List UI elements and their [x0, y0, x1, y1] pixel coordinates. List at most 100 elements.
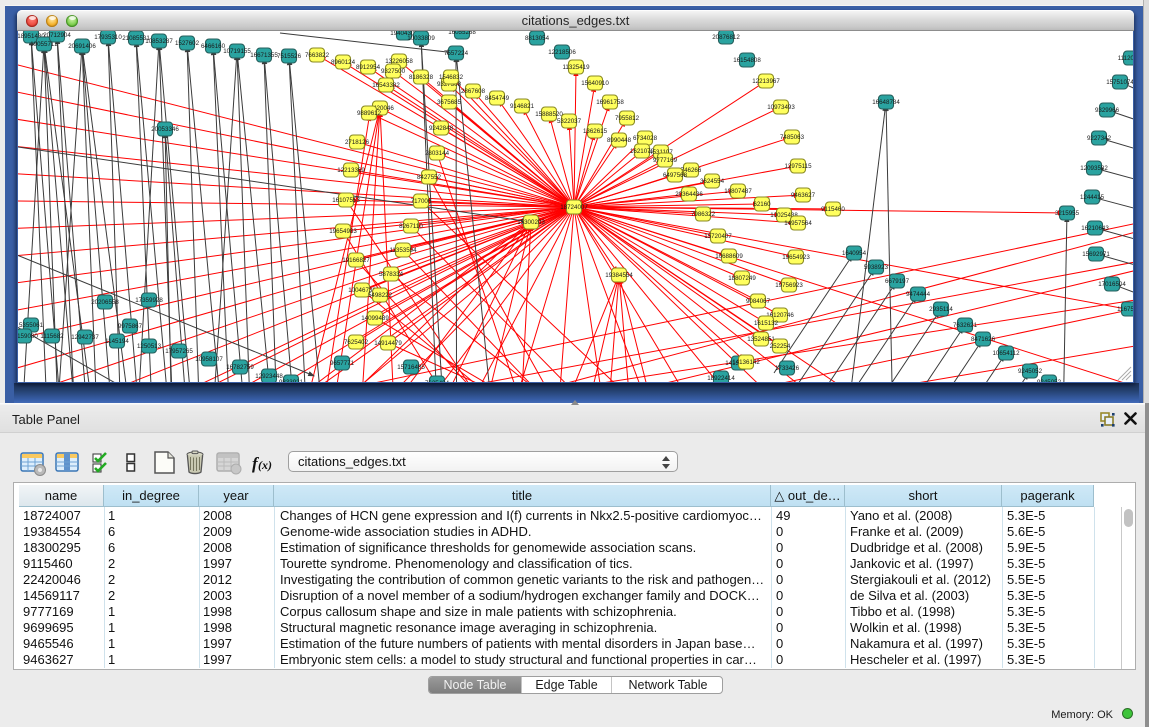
svg-text:9242848: 9242848	[429, 125, 454, 132]
svg-text:18807249: 18807249	[728, 275, 756, 282]
svg-text:7955812: 7955812	[615, 115, 640, 122]
svg-text:9146821: 9146821	[510, 103, 535, 110]
svg-text:20876812: 20876812	[712, 34, 740, 41]
svg-text:12093582: 12093582	[1080, 165, 1108, 172]
svg-text:6497568: 6497568	[663, 172, 688, 179]
svg-text:1640954: 1640954	[842, 250, 867, 257]
svg-text:5498222: 5498222	[368, 292, 393, 299]
svg-text:10654112: 10654112	[992, 350, 1020, 357]
svg-text:7632621: 7632621	[953, 322, 978, 329]
svg-text:8960124: 8960124	[331, 59, 356, 66]
svg-text:17935310: 17935310	[94, 34, 122, 41]
svg-text:2935114: 2935114	[929, 306, 953, 313]
svg-text:8186328: 8186328	[409, 74, 434, 81]
svg-text:16648784: 16648784	[872, 99, 900, 106]
svg-text:18922414: 18922414	[707, 375, 735, 382]
svg-text:9115460: 9115460	[821, 206, 845, 213]
svg-text:6466160: 6466160	[201, 43, 226, 50]
svg-text:7625404: 7625404	[425, 380, 450, 382]
svg-text:12218506: 12218506	[548, 49, 576, 56]
svg-text:20053346: 20053346	[151, 126, 179, 133]
svg-text:(x): (x)	[258, 458, 272, 472]
svg-text:252254: 252254	[770, 343, 791, 350]
svg-text:19159080: 19159080	[18, 333, 38, 340]
svg-text:19654983: 19654983	[329, 228, 357, 235]
svg-text:1145194: 1145194	[105, 338, 129, 345]
svg-text:17359928: 17359928	[135, 297, 163, 304]
svg-text:19166827: 19166827	[342, 257, 370, 264]
svg-text:14136142: 14136142	[732, 359, 760, 366]
svg-text:16961758: 16961758	[596, 99, 624, 106]
svg-text:16782759: 16782759	[226, 364, 254, 371]
svg-text:18724007: 18724007	[560, 204, 588, 211]
svg-text:16543382: 16543382	[372, 82, 400, 89]
svg-text:16055268: 16055268	[448, 31, 476, 36]
svg-text:3215955: 3215955	[1055, 210, 1080, 217]
svg-text:8471626: 8471626	[971, 336, 996, 343]
svg-text:9227342: 9227342	[1087, 135, 1112, 142]
svg-text:17016504: 17016504	[1098, 281, 1126, 288]
svg-text:6734028: 6734028	[633, 135, 658, 142]
svg-text:3675685: 3675685	[437, 99, 462, 106]
svg-text:62160: 62160	[753, 201, 771, 208]
svg-text:9245052: 9245052	[1037, 379, 1062, 382]
svg-text:8267110: 8267110	[399, 223, 423, 230]
svg-text:9329966: 9329966	[1095, 107, 1120, 114]
svg-text:14099489: 14099489	[361, 315, 389, 322]
svg-text:1115682: 1115682	[40, 333, 64, 340]
svg-text:19654923: 19654923	[782, 254, 810, 261]
svg-text:1546832: 1546832	[439, 74, 464, 81]
svg-text:9327500: 9327500	[381, 68, 406, 75]
svg-text:1527602: 1527602	[175, 40, 200, 47]
svg-text:19756923: 19756923	[775, 282, 803, 289]
svg-text:9833921: 9833921	[279, 379, 304, 382]
svg-text:10688609: 10688609	[715, 253, 743, 260]
svg-text:7557224: 7557224	[444, 50, 469, 57]
svg-text:16210643: 16210643	[1081, 225, 1109, 232]
svg-text:20206558: 20206558	[91, 299, 119, 306]
svg-text:1167533: 1167533	[1117, 306, 1133, 313]
svg-text:14914479: 14914479	[374, 340, 402, 347]
svg-text:5322037: 5322037	[557, 118, 582, 125]
svg-text:9777169: 9777169	[653, 157, 678, 164]
svg-text:8813054: 8813054	[525, 35, 550, 42]
svg-text:10853287: 10853287	[145, 38, 173, 45]
svg-text:9474444: 9474444	[906, 291, 931, 298]
svg-text:16154808: 16154808	[733, 57, 761, 64]
svg-text:5878334: 5878334	[379, 271, 404, 278]
svg-text:12213967: 12213967	[752, 78, 780, 85]
svg-text:3624554: 3624554	[700, 178, 725, 185]
svg-text:7625402: 7625402	[344, 339, 369, 346]
svg-text:20364436: 20364436	[675, 191, 703, 198]
svg-text:11325419: 11325419	[562, 64, 590, 71]
svg-text:1615132: 1615132	[754, 320, 779, 327]
svg-text:10973493: 10973493	[767, 104, 795, 111]
svg-text:15692971: 15692971	[1082, 251, 1110, 258]
svg-text:16107553: 16107553	[332, 197, 360, 204]
svg-text:15300203: 15300203	[517, 219, 545, 226]
svg-text:7986322: 7986322	[691, 211, 716, 218]
svg-text:10719155: 10719155	[223, 48, 251, 55]
svg-text:11353594: 11353594	[389, 247, 417, 254]
svg-text:5355061: 5355061	[19, 322, 44, 329]
svg-text:20691406: 20691406	[68, 43, 96, 50]
svg-text:9975867: 9975867	[118, 323, 143, 330]
svg-text:1250513: 1250513	[137, 343, 162, 350]
svg-text:9084067: 9084067	[746, 298, 771, 305]
svg-text:10807487: 10807487	[724, 188, 752, 195]
svg-text:15888520: 15888520	[535, 111, 563, 118]
svg-text:2718126: 2718126	[345, 139, 370, 146]
svg-text:1733426: 1733426	[775, 365, 800, 372]
svg-text:13524851: 13524851	[747, 336, 775, 343]
svg-text:15751074: 15751074	[1106, 79, 1133, 86]
svg-text:7515526: 7515526	[277, 53, 302, 60]
svg-text:8990448: 8990448	[607, 137, 632, 144]
svg-text:8427552: 8427552	[417, 174, 442, 181]
svg-text:14957564: 14957564	[784, 220, 812, 227]
svg-text:12942737: 12942737	[71, 334, 99, 341]
svg-text:9889612: 9889612	[357, 110, 382, 117]
svg-text:7663822: 7663822	[305, 52, 330, 59]
svg-text:6679197: 6679197	[885, 278, 910, 285]
svg-text:12213369: 12213369	[337, 167, 365, 174]
svg-text:10958107: 10958107	[195, 356, 223, 363]
